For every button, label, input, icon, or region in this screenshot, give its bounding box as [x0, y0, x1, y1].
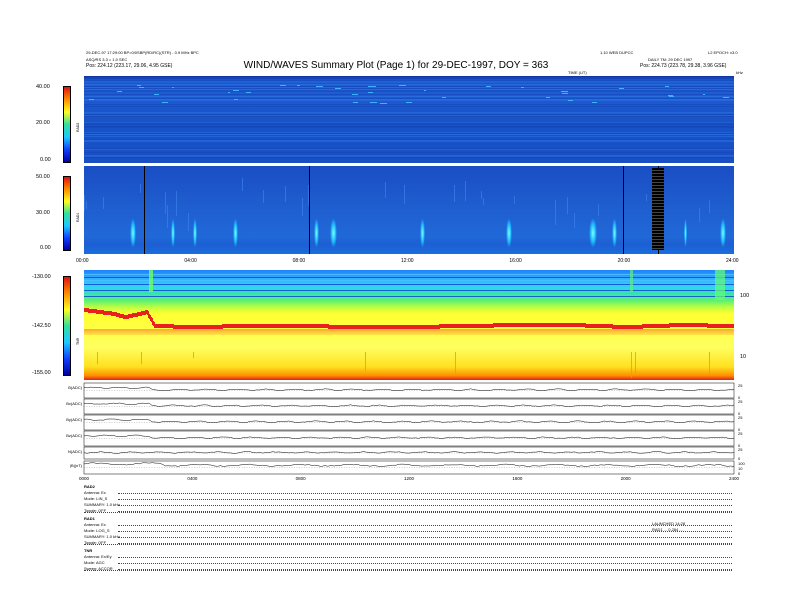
footer-block-title: RAD2 [84, 484, 95, 489]
mag-series-label: By(ADC) [66, 417, 82, 422]
footer-dotted-rule [118, 557, 732, 558]
mag-right-tick: 25 [738, 383, 743, 388]
footer-line: SUMMARY: 1.0 kHz [84, 534, 120, 539]
footer-dotted-rule [118, 499, 732, 500]
footer-right-note-1: LAUNCHED 14:28 [652, 521, 686, 526]
mag-series-label: Bz(ADC) [66, 433, 82, 438]
footer-line: Mode: LOG_S [84, 528, 110, 533]
footer-line: Mode: AGC [84, 560, 105, 565]
footer-line: Antenna: Ex [84, 522, 106, 527]
mag-series-label: Bx(ADC) [66, 401, 82, 406]
footer-dotted-rule [84, 544, 732, 545]
mag-right-tick: 25 [738, 447, 743, 452]
footer-dotted-rule [118, 505, 732, 506]
footer-dotted-rule [118, 525, 732, 526]
mag-series-line [83, 402, 735, 407]
footer-dotted-rule [118, 531, 732, 532]
footer-right-note-2: RAD1 ... 0.284 ... [652, 527, 683, 532]
mag-x-tick-label: 1600 [512, 476, 523, 481]
mag-series-line [83, 418, 735, 423]
footer-block-title: RAD1 [84, 516, 95, 521]
mag-x-tick-label: 0000 [79, 476, 90, 481]
footer-dotted-rule [84, 512, 732, 513]
footer-dotted-rule [118, 563, 732, 564]
mag-x-tick-label: 1200 [404, 476, 415, 481]
footer-line: Mode: LIN_S [84, 496, 108, 501]
mag-x-tick-label: 2000 [621, 476, 632, 481]
mag-series-label: B(ADC) [68, 385, 82, 390]
mag-series-label: |B|(nT) [70, 463, 83, 468]
mag-x-tick-label: 0400 [187, 476, 198, 481]
footer-dotted-rule [118, 537, 732, 538]
mag-series-line [84, 386, 734, 391]
footer-line: Antenna: Ex/Ey [84, 554, 112, 559]
footer-block-title: TNR [84, 548, 93, 553]
mag-x-tick-label: 0800 [296, 476, 307, 481]
footer-line: SUMMARY: 1.0 kHz [84, 502, 120, 507]
mag-right-tick: 25 [738, 399, 743, 404]
footer-line: Antenna: Ex [84, 490, 106, 495]
mag-series-line [83, 434, 735, 439]
mag-right-tick: 25 [738, 431, 743, 436]
mag-right-tick: 25 [738, 415, 743, 420]
footer-dotted-rule [118, 493, 732, 494]
mag-series-line [83, 462, 735, 467]
footer-dotted-rule [84, 570, 732, 571]
mag-x-tick-label: 2400 [729, 476, 740, 481]
mag-series-label: N(ADC) [68, 449, 83, 454]
